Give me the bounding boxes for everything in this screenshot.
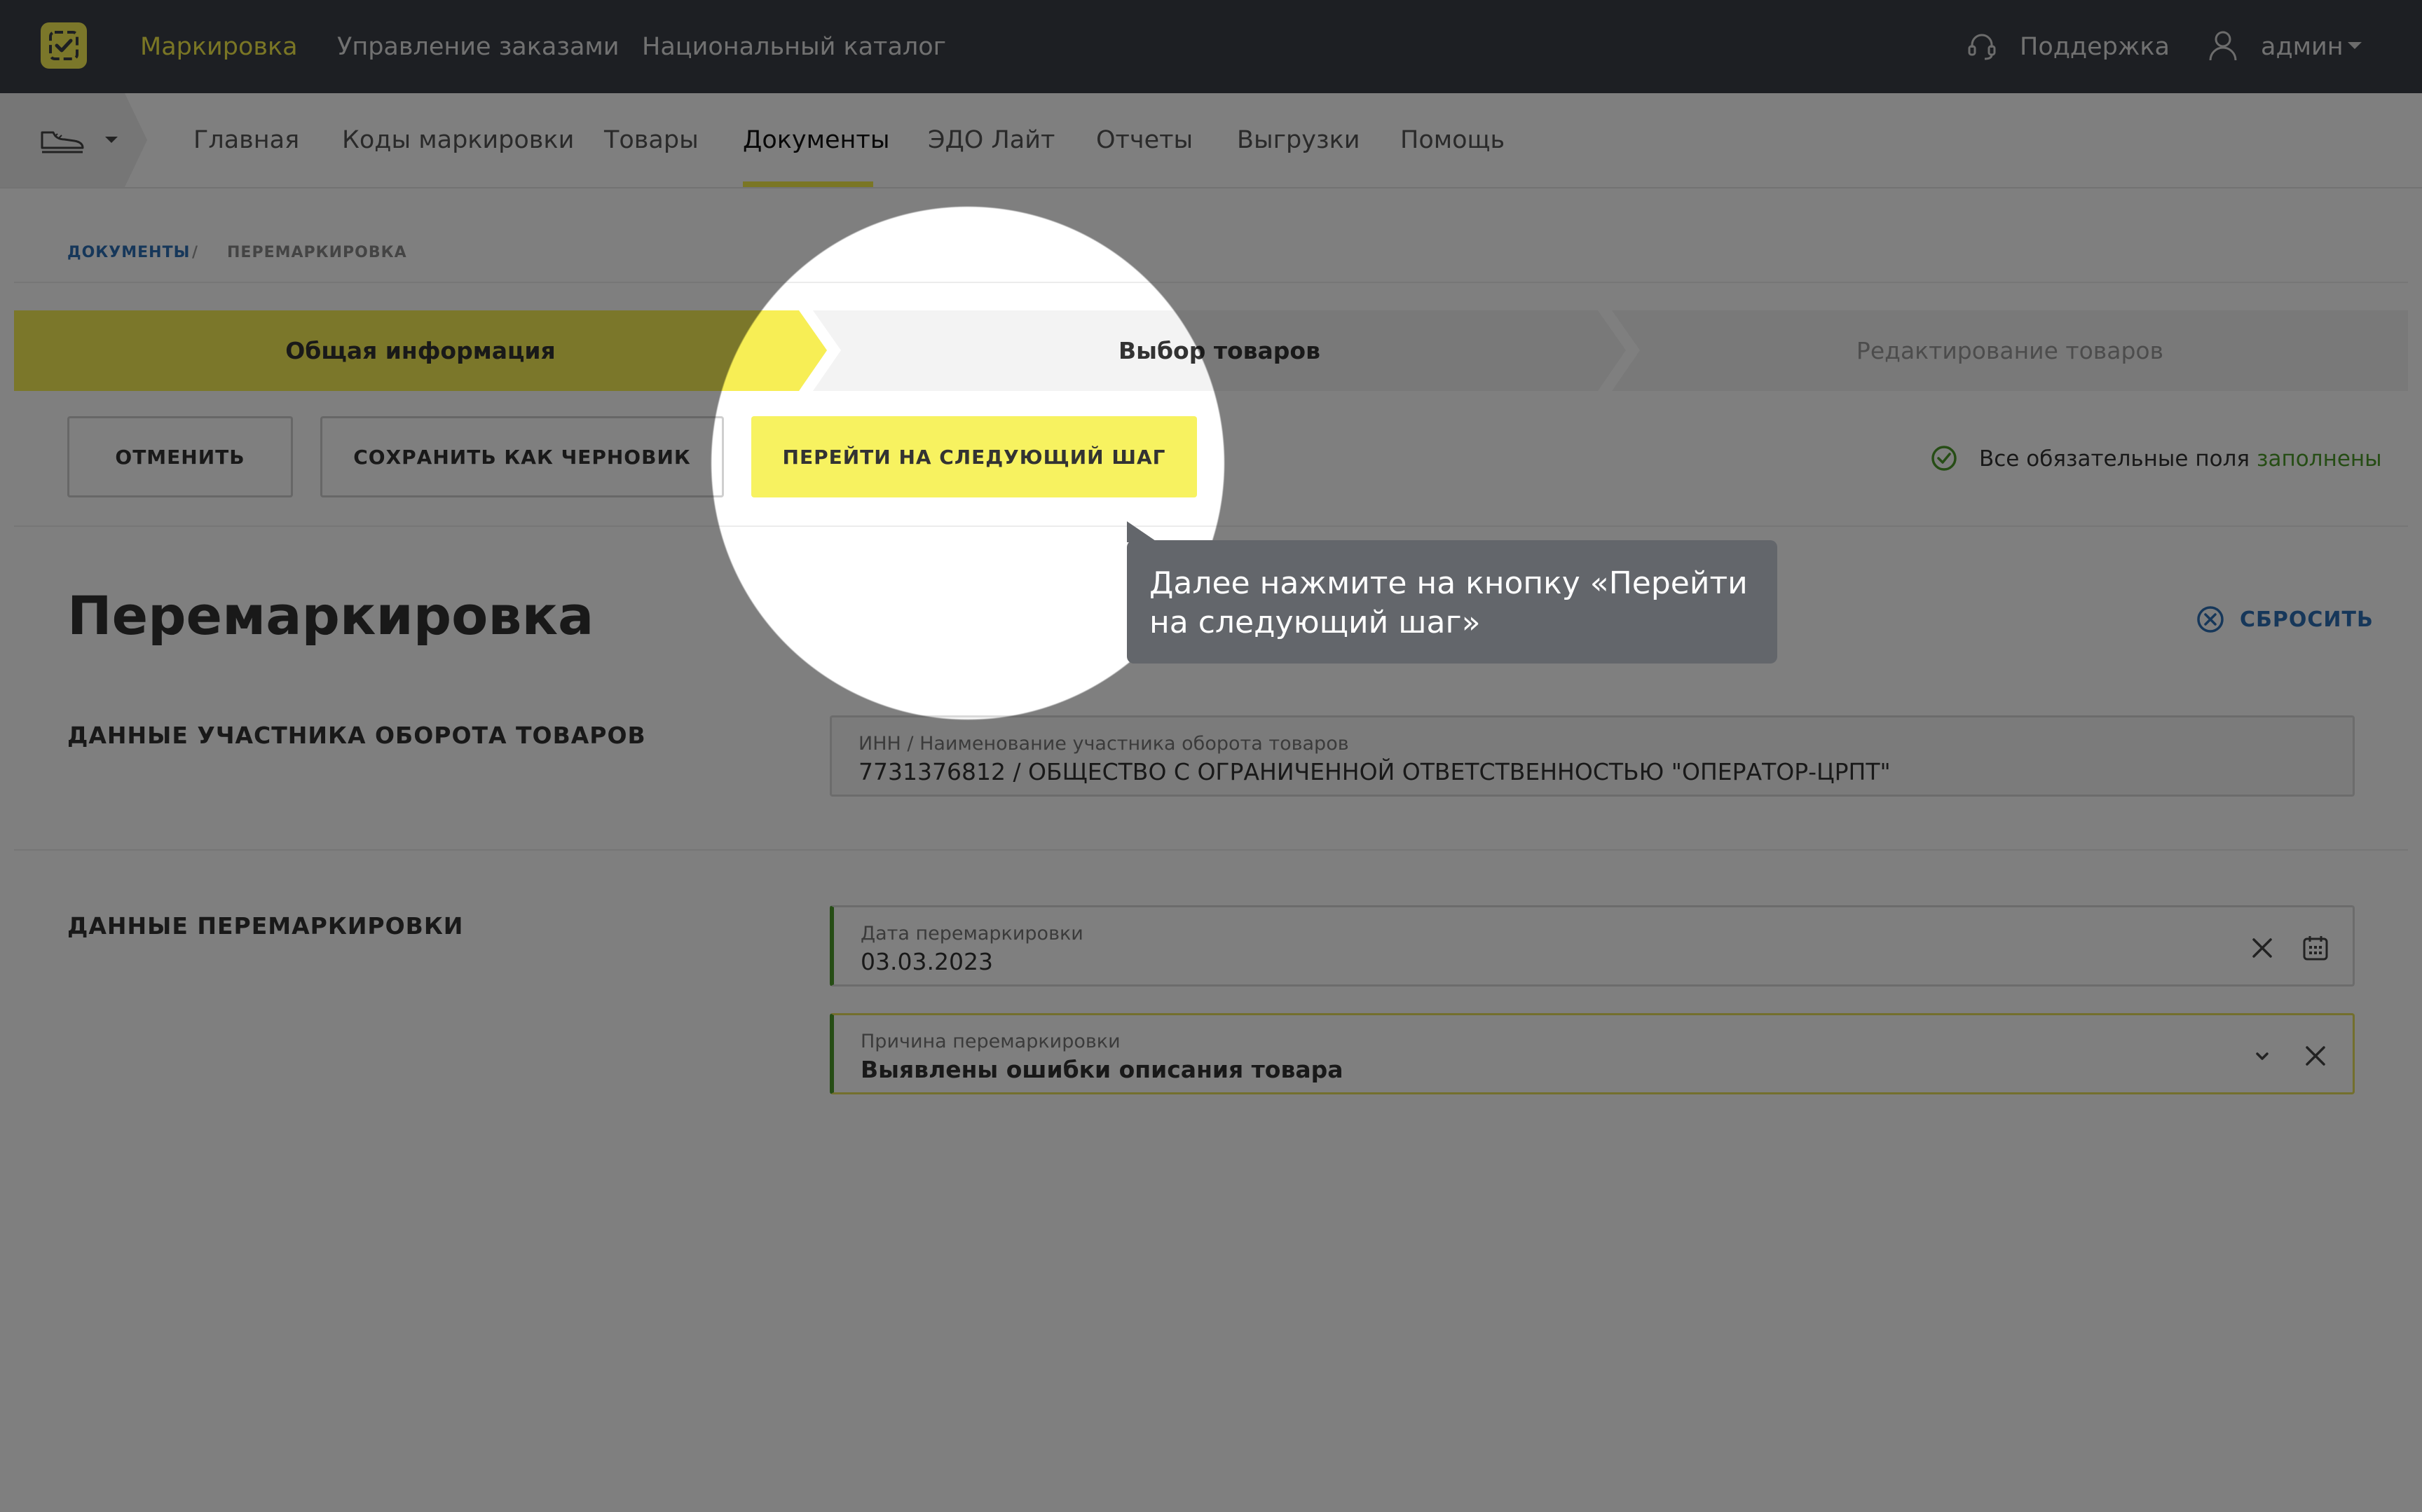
- product-group-selector[interactable]: [0, 93, 147, 187]
- validation-status-text: Все обязательные поля: [1979, 446, 2250, 472]
- user-icon[interactable]: [2206, 28, 2240, 63]
- top-bar: Маркировка Управление заказами Националь…: [0, 0, 2422, 93]
- app-root: Маркировка Управление заказами Националь…: [0, 0, 2422, 1512]
- onboarding-tooltip: Далее нажмите на кнопку «Перейти на след…: [1127, 540, 1777, 664]
- validation-status: Все обязательные поля заполнены: [1979, 441, 2382, 476]
- step-select-products[interactable]: Выбор товаров: [813, 310, 1626, 391]
- support-link[interactable]: Поддержка: [2020, 0, 2170, 93]
- remark-reason-label: Причина перемаркировки: [861, 1031, 1121, 1052]
- subnav-item-reports[interactable]: Отчеты: [1096, 93, 1193, 187]
- section-nav: Главная Коды маркировки Товары Документы…: [0, 93, 2422, 188]
- cancel-button[interactable]: ОТМЕНИТЬ: [67, 416, 293, 497]
- clear-reason-icon[interactable]: [2300, 1040, 2331, 1071]
- subnav-item-home[interactable]: Главная: [193, 93, 299, 187]
- subnav-item-exports[interactable]: Выгрузки: [1237, 93, 1360, 187]
- support-icon[interactable]: [1965, 29, 1999, 63]
- reset-button[interactable]: СБРОСИТЬ: [2195, 604, 2374, 635]
- reset-label: СБРОСИТЬ: [2240, 607, 2374, 632]
- remark-date-value[interactable]: 03.03.2023: [861, 948, 993, 975]
- remark-section-title: ДАННЫЕ ПЕРЕМАРКИРОВКИ: [67, 912, 464, 940]
- breadcrumb-divider: [14, 282, 2408, 283]
- top-nav-marking[interactable]: Маркировка: [140, 0, 298, 93]
- participant-field: ИНН / Наименование участника оборота тов…: [830, 715, 2355, 797]
- tooltip-tail: [1127, 521, 1158, 542]
- top-nav-orders[interactable]: Управление заказами: [337, 0, 620, 93]
- step-general-info[interactable]: Общая информация: [14, 310, 827, 391]
- participant-section-title: ДАННЫЕ УЧАСТНИКА ОБОРОТА ТОВАРОВ: [67, 722, 646, 749]
- participant-field-value: 7731376812 / ОБЩЕСТВО С ОГРАНИЧЕННОЙ ОТВ…: [858, 758, 1891, 785]
- subnav-item-edo-lite[interactable]: ЭДО Лайт: [928, 93, 1055, 187]
- top-nav-catalog[interactable]: Национальный каталог: [642, 0, 946, 93]
- section-divider: [14, 849, 2408, 851]
- subnav-item-codes[interactable]: Коды маркировки: [342, 93, 574, 187]
- breadcrumb-root[interactable]: ДОКУМЕНТЫ: [67, 244, 190, 261]
- chevron-down-icon[interactable]: [105, 137, 118, 143]
- remark-date-label: Дата перемаркировки: [861, 923, 1083, 944]
- remark-reason-select[interactable]: Причина перемаркировки Выявлены ошибки о…: [830, 1013, 2355, 1094]
- next-step-button[interactable]: ПЕРЕЙТИ НА СЛЕДУЮЩИЙ ШАГ: [751, 416, 1197, 497]
- active-tab-indicator: [743, 181, 873, 187]
- shoe-icon: [39, 124, 85, 155]
- actions-divider: [14, 525, 2408, 527]
- close-circle-icon: [2197, 606, 2224, 633]
- subnav-item-documents[interactable]: Документы: [743, 93, 889, 187]
- calendar-icon[interactable]: [2300, 933, 2331, 963]
- participant-field-label: ИНН / Наименование участника оборота тов…: [858, 733, 1349, 755]
- step-edit-products: Редактирование товаров: [1612, 310, 2408, 391]
- breadcrumb-separator: /: [192, 244, 199, 261]
- save-draft-button[interactable]: СОХРАНИТЬ КАК ЧЕРНОВИК: [320, 416, 724, 497]
- validation-status-highlight: заполнены: [2257, 446, 2382, 472]
- remark-date-field[interactable]: Дата перемаркировки 03.03.2023: [830, 905, 2355, 987]
- check-circle-icon: [1930, 444, 1958, 472]
- subnav-item-products[interactable]: Товары: [604, 93, 699, 187]
- breadcrumb-current: ПЕРЕМАРКИРОВКА: [227, 244, 407, 261]
- chevron-down-icon[interactable]: [2247, 1040, 2278, 1071]
- chevron-down-icon[interactable]: [2348, 42, 2362, 49]
- onboarding-tooltip-text: Далее нажмите на кнопку «Перейти на след…: [1149, 565, 1748, 640]
- user-menu[interactable]: админ: [2261, 0, 2344, 93]
- remark-reason-value[interactable]: Выявлены ошибки описания товара: [861, 1056, 1343, 1083]
- clear-date-icon[interactable]: [2247, 933, 2278, 963]
- page-title: Перемаркировка: [67, 584, 594, 647]
- subnav-item-help[interactable]: Помощь: [1400, 93, 1505, 187]
- app-logo-icon[interactable]: [41, 22, 87, 69]
